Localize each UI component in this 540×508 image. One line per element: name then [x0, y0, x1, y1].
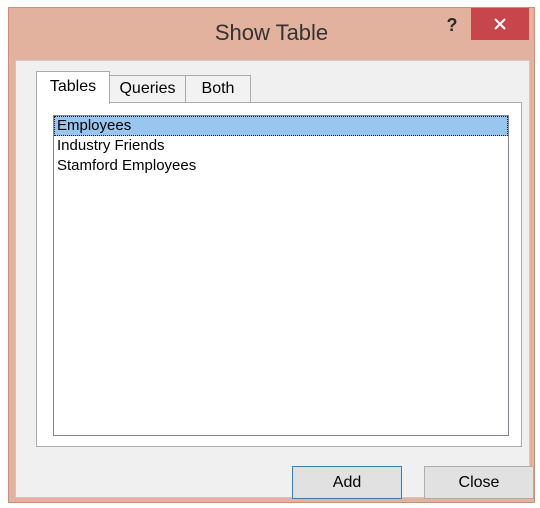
close-icon: [494, 18, 506, 30]
window-close-button[interactable]: [471, 8, 529, 40]
tab-both[interactable]: Both: [185, 75, 251, 103]
tab-panel-tables: Employees Industry Friends Stamford Empl…: [36, 102, 522, 447]
title-bar[interactable]: Show Table ?: [9, 8, 534, 58]
list-item-industry-friends[interactable]: Industry Friends: [54, 136, 508, 156]
dialog-body: Tables Queries Both Employees Industry F…: [15, 60, 534, 499]
add-button[interactable]: Add: [292, 466, 402, 499]
close-button[interactable]: Close: [424, 466, 534, 499]
tab-queries[interactable]: Queries: [109, 75, 186, 103]
tables-list[interactable]: Employees Industry Friends Stamford Empl…: [53, 115, 509, 436]
help-button[interactable]: ?: [435, 10, 469, 40]
list-item-employees[interactable]: Employees: [54, 116, 508, 136]
list-item-stamford-employees[interactable]: Stamford Employees: [54, 156, 508, 176]
tab-tables[interactable]: Tables: [36, 71, 110, 104]
show-table-dialog: Show Table ? Tables Queries Both Employe…: [8, 7, 535, 503]
